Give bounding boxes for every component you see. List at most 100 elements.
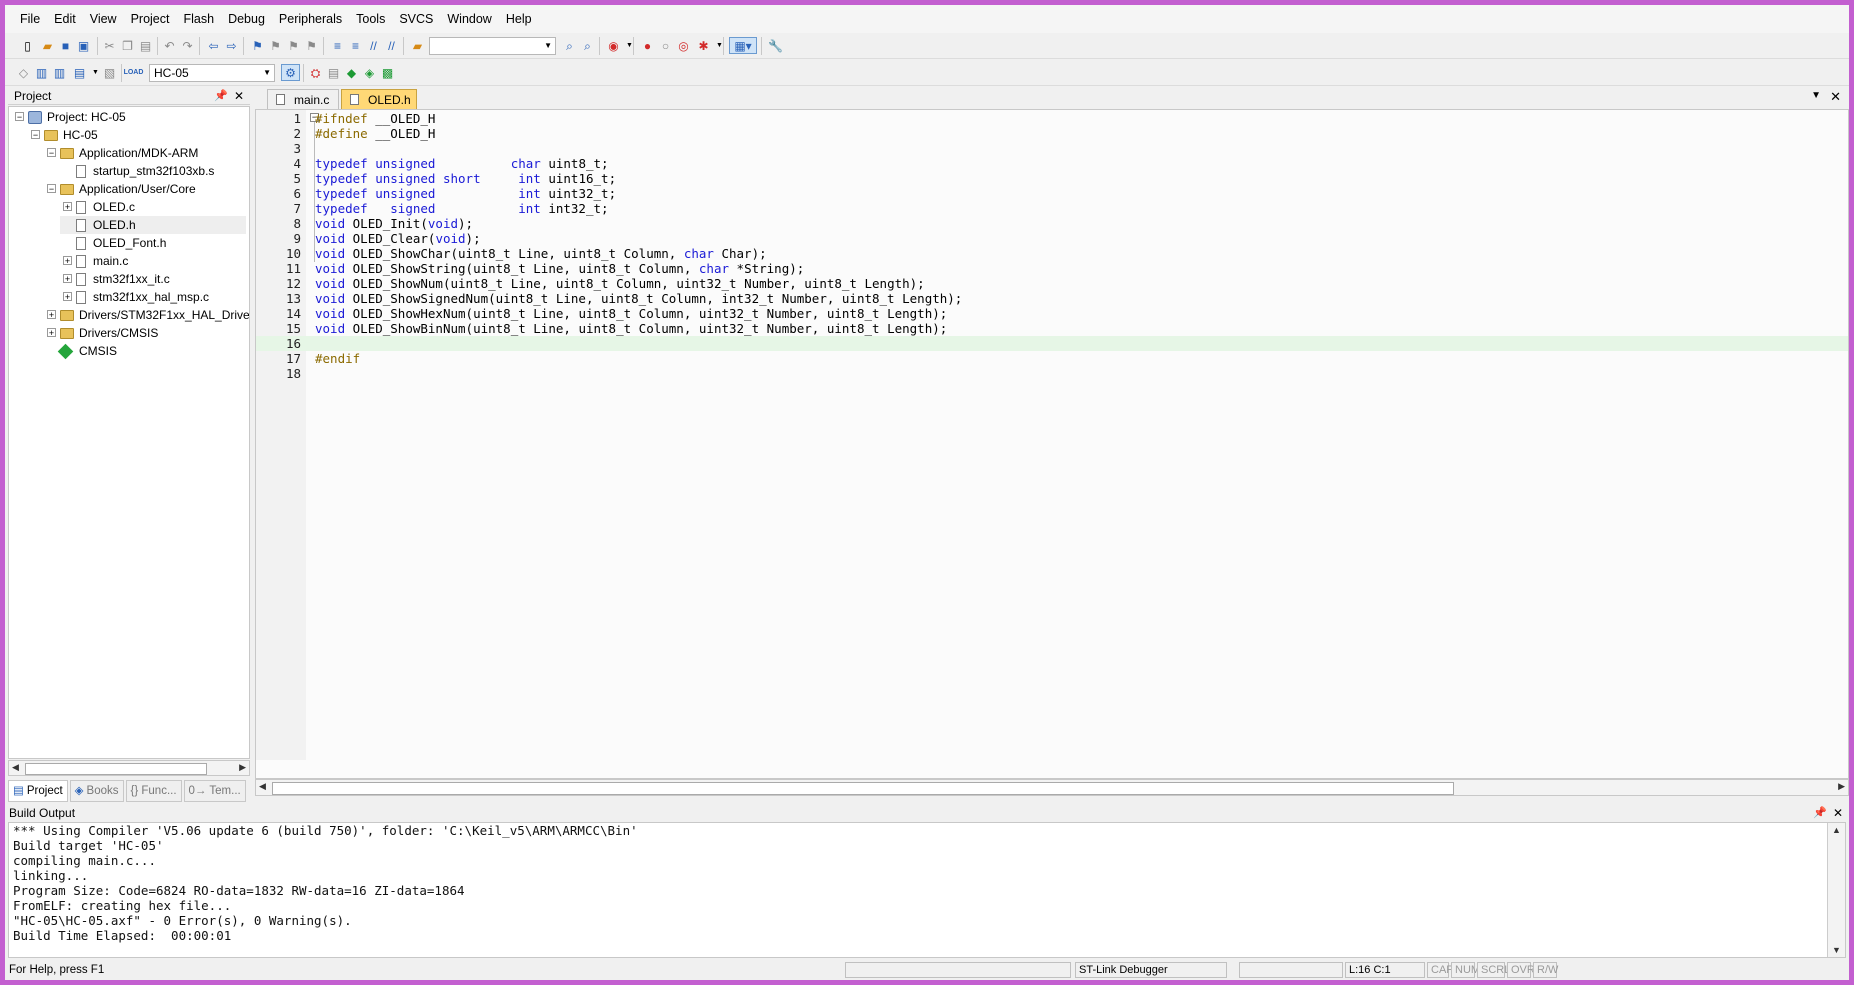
- expand-icon[interactable]: +: [63, 292, 72, 302]
- menu-debug[interactable]: Debug: [221, 5, 272, 33]
- manage-components-icon[interactable]: ⛭: [307, 64, 324, 81]
- uncomment-icon[interactable]: //: [383, 37, 400, 54]
- code-line[interactable]: 8 void OLED_Init(void);: [256, 216, 1848, 231]
- chevron-down-icon[interactable]: ▼: [711, 37, 728, 54]
- tree-file-main-c[interactable]: + main.c: [60, 252, 128, 270]
- code-line[interactable]: 2 #define __OLED_H: [256, 126, 1848, 141]
- menu-svcs[interactable]: SVCS: [392, 5, 440, 33]
- tree-file-oled-font-h[interactable]: OLED_Font.h: [60, 234, 166, 252]
- window-layout-icon[interactable]: ▦▾: [729, 37, 757, 54]
- expand-icon[interactable]: +: [63, 274, 72, 284]
- batch-build-icon[interactable]: ▤: [71, 64, 88, 81]
- tab-oled-h[interactable]: OLED.h: [341, 89, 417, 109]
- tree-file-hal-msp-c[interactable]: + stm32f1xx_hal_msp.c: [60, 288, 209, 306]
- menu-help[interactable]: Help: [499, 5, 539, 33]
- code-line[interactable]: 13 void OLED_ShowSignedNum(uint8_t Line, …: [256, 291, 1848, 306]
- pin-icon[interactable]: 📌: [214, 87, 228, 105]
- tree-file-oled-c[interactable]: + OLED.c: [60, 198, 135, 216]
- debug-session-icon[interactable]: ◉: [605, 37, 622, 54]
- expand-icon[interactable]: +: [63, 256, 72, 266]
- paste-icon[interactable]: ▤: [137, 37, 154, 54]
- tree-file-it-c[interactable]: + stm32f1xx_it.c: [60, 270, 170, 288]
- bookmark-icon[interactable]: ⚑: [249, 37, 266, 54]
- close-icon[interactable]: ✕: [1830, 89, 1841, 105]
- file-extensions-icon[interactable]: ▤: [325, 64, 342, 81]
- scroll-right-icon[interactable]: ▶: [1838, 781, 1845, 792]
- tab-templates[interactable]: 0→ Tem...: [183, 780, 246, 802]
- code-line[interactable]: 10 void OLED_ShowChar(uint8_t Line, uint8…: [256, 246, 1848, 261]
- comment-icon[interactable]: //: [365, 37, 382, 54]
- collapse-icon[interactable]: −: [47, 184, 56, 194]
- scroll-right-icon[interactable]: ▶: [239, 762, 246, 773]
- copy-icon[interactable]: ❐: [119, 37, 136, 54]
- manage-rte-icon[interactable]: ◆: [343, 64, 360, 81]
- select-software-packs-icon[interactable]: ◈: [361, 64, 378, 81]
- next-bookmark-icon[interactable]: ⚑: [285, 37, 302, 54]
- scrollbar-thumb[interactable]: [25, 763, 207, 775]
- menu-tools[interactable]: Tools: [349, 5, 392, 33]
- tab-functions[interactable]: {} Func...: [125, 780, 182, 802]
- tree-file-oled-h[interactable]: OLED.h: [60, 216, 246, 234]
- target-select[interactable]: HC-05 ▼: [149, 64, 275, 82]
- menu-file[interactable]: File: [13, 5, 47, 33]
- navigate-back-icon[interactable]: ⇦: [205, 37, 222, 54]
- indent-icon[interactable]: ≡: [329, 37, 346, 54]
- tree-group-hal-driver[interactable]: + Drivers/STM32F1xx_HAL_Driver: [44, 306, 249, 324]
- collapse-icon[interactable]: −: [47, 148, 56, 158]
- tree-target[interactable]: − HC-05: [28, 126, 98, 144]
- cut-icon[interactable]: ✂: [101, 37, 118, 54]
- save-all-icon[interactable]: ▣: [75, 37, 92, 54]
- tree-file-startup[interactable]: startup_stm32f103xb.s: [76, 162, 214, 180]
- tree-cmsis-component[interactable]: CMSIS: [57, 342, 117, 360]
- code-line[interactable]: 14 void OLED_ShowHexNum(uint8_t Line, uin…: [256, 306, 1848, 321]
- collapse-icon[interactable]: −: [15, 112, 24, 122]
- menu-project[interactable]: Project: [124, 5, 177, 33]
- tab-project[interactable]: ▤ Project: [8, 780, 68, 802]
- expand-icon[interactable]: +: [47, 328, 56, 338]
- code-line[interactable]: 1 #ifndef __OLED_H: [256, 111, 1848, 126]
- code-line[interactable]: 18: [256, 366, 1848, 381]
- scrollbar-thumb[interactable]: [272, 782, 1454, 795]
- expand-icon[interactable]: +: [63, 202, 72, 212]
- code-line[interactable]: 17 #endif: [256, 351, 1848, 366]
- open-folder-icon[interactable]: ▰: [39, 37, 56, 54]
- code-line[interactable]: 9 void OLED_Clear(void);: [256, 231, 1848, 246]
- download-load-icon[interactable]: LOAD: [124, 64, 144, 81]
- scroll-up-icon[interactable]: ▲: [1832, 825, 1841, 835]
- new-file-icon[interactable]: ▯: [19, 37, 36, 54]
- code-line[interactable]: 12 void OLED_ShowNum(uint8_t Line, uint8_…: [256, 276, 1848, 291]
- translate-icon[interactable]: ◇: [15, 64, 32, 81]
- close-icon[interactable]: ✕: [1833, 805, 1843, 821]
- menu-edit[interactable]: Edit: [47, 5, 83, 33]
- rebuild-icon[interactable]: ▥: [51, 64, 68, 81]
- find-combo[interactable]: ▼: [429, 37, 556, 55]
- undo-icon[interactable]: ↶: [161, 37, 178, 54]
- menu-window[interactable]: Window: [440, 5, 498, 33]
- kill-all-breakpoints-icon[interactable]: ✱: [695, 37, 712, 54]
- code-line[interactable]: 4 typedef unsigned char uint8_t;: [256, 156, 1848, 171]
- unindent-icon[interactable]: ≡: [347, 37, 364, 54]
- save-icon[interactable]: ■: [57, 37, 74, 54]
- prev-bookmark-icon[interactable]: ⚑: [267, 37, 284, 54]
- configure-icon[interactable]: 🔧: [767, 37, 784, 54]
- target-options-icon[interactable]: ⚙: [281, 64, 300, 81]
- scroll-left-icon[interactable]: ◀: [12, 762, 19, 773]
- chevron-down-icon[interactable]: ▼: [621, 37, 638, 54]
- code-line[interactable]: 15 void OLED_ShowBinNum(uint8_t Line, uin…: [256, 321, 1848, 336]
- project-tree-scrollbar[interactable]: ◀ ▶: [8, 760, 250, 776]
- scroll-down-icon[interactable]: ▼: [1832, 945, 1841, 955]
- expand-icon[interactable]: +: [47, 310, 56, 320]
- stop-build-icon[interactable]: ▧: [101, 64, 118, 81]
- menu-flash[interactable]: Flash: [176, 5, 221, 33]
- tree-group-cmsis[interactable]: + Drivers/CMSIS: [44, 324, 158, 342]
- pack-installer-icon[interactable]: ▩: [379, 64, 396, 81]
- tree-group-mdk-arm[interactable]: − Application/MDK-ARM: [44, 144, 198, 162]
- tab-list-chevron-icon[interactable]: ▼: [1811, 90, 1821, 101]
- build-output-scrollbar[interactable]: ▲ ▼: [1827, 823, 1845, 957]
- pin-icon[interactable]: 📌: [1813, 805, 1827, 821]
- menu-peripherals[interactable]: Peripherals: [272, 5, 349, 33]
- build-output-panel[interactable]: *** Using Compiler 'V5.06 update 6 (buil…: [8, 822, 1846, 958]
- disable-breakpoint-icon[interactable]: ○: [657, 37, 674, 54]
- clear-bookmarks-icon[interactable]: ⚑: [303, 37, 320, 54]
- code-line[interactable]: 7 typedef signed int int32_t;: [256, 201, 1848, 216]
